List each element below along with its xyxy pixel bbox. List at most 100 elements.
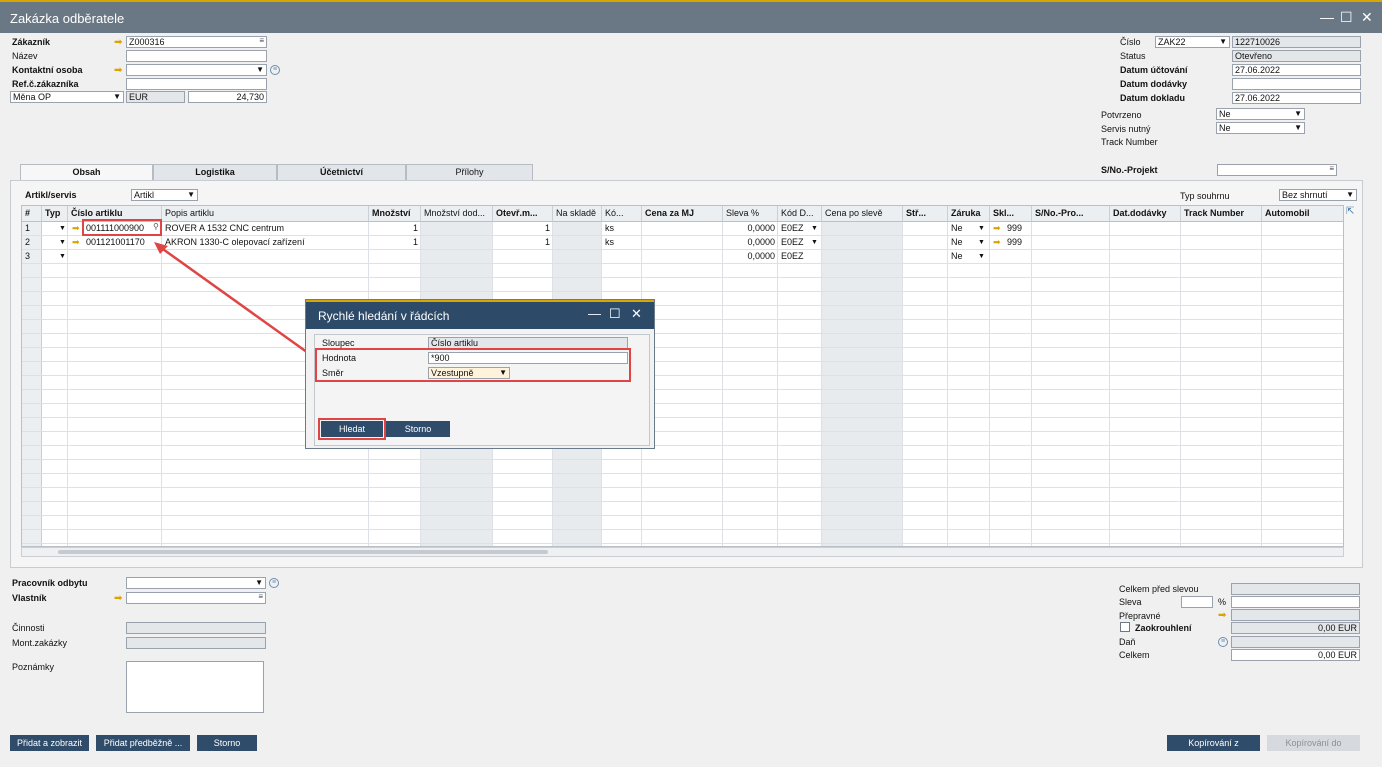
table-row[interactable] [22, 516, 1343, 530]
maximize-icon[interactable]: ☐ [609, 306, 621, 322]
delivery-date-field[interactable] [1232, 78, 1361, 90]
col-header-uom[interactable]: Kó... [602, 206, 642, 222]
copy-to-button[interactable]: Kopírování do [1267, 735, 1360, 751]
chevron-down-icon[interactable]: ▼ [808, 236, 820, 250]
col-header-no[interactable]: # [22, 206, 42, 222]
col-header-description[interactable]: Popis artiklu [162, 206, 369, 222]
table-row[interactable] [22, 404, 1343, 418]
search-icon[interactable]: ⚲ [153, 222, 159, 231]
table-row[interactable] [22, 390, 1343, 404]
currency-select[interactable]: Měna OP ▼ [10, 91, 124, 103]
table-row[interactable] [22, 292, 1343, 306]
uom-cell[interactable]: ks [602, 222, 642, 236]
notes-textarea[interactable] [126, 661, 264, 713]
chevron-down-icon[interactable]: ▼ [808, 222, 820, 236]
table-row[interactable]: 1 ▼ ➡ 001111000900 ROVER A 1532 CNC cent… [22, 222, 1343, 236]
table-row[interactable] [22, 362, 1343, 376]
confirmed-select[interactable]: Ne ▼ [1216, 108, 1305, 120]
uom-cell[interactable]: ks [602, 236, 642, 250]
dialog-cancel-button[interactable]: Storno [386, 421, 450, 437]
discount-amount-field[interactable] [1231, 596, 1360, 608]
col-header-type[interactable]: Typ [42, 206, 68, 222]
discount-cell[interactable]: 0,0000 [723, 236, 778, 250]
description-cell[interactable]: ROVER A 1532 CNC centrum [162, 222, 369, 236]
horizontal-scrollbar[interactable] [21, 547, 1344, 557]
table-row[interactable] [22, 432, 1343, 446]
warehouse-cell[interactable]: 999 [1004, 236, 1032, 250]
link-arrow-icon[interactable]: ➡ [69, 222, 83, 236]
series-select[interactable]: ZAK22 ▼ [1155, 36, 1230, 48]
table-row[interactable] [22, 278, 1343, 292]
col-header-center[interactable]: Stř... [903, 206, 948, 222]
col-header-tax-code[interactable]: Kód D... [778, 206, 822, 222]
table-row[interactable] [22, 446, 1343, 460]
table-row[interactable] [22, 418, 1343, 432]
col-header-quantity[interactable]: Množství [369, 206, 421, 222]
table-row[interactable] [22, 502, 1343, 516]
maximize-icon[interactable]: ☐ [1340, 9, 1353, 26]
table-row[interactable] [22, 460, 1343, 474]
minimize-icon[interactable]: — [588, 306, 601, 321]
project-field[interactable]: ≡ [1217, 164, 1337, 176]
link-arrow-icon[interactable]: ➡ [114, 594, 125, 604]
discount-percent-field[interactable] [1181, 596, 1213, 608]
owner-field[interactable]: ≡ [126, 592, 266, 604]
col-header-in-stock[interactable]: Na skladě [553, 206, 602, 222]
link-arrow-icon[interactable]: ➡ [990, 222, 1004, 236]
col-header-warranty[interactable]: Záruka [948, 206, 990, 222]
tab-logistika[interactable]: Logistika [153, 164, 277, 180]
contact-field[interactable]: ▼ [126, 64, 267, 76]
discount-cell[interactable]: 0,0000 [723, 222, 778, 236]
item-type-select[interactable]: Artikl ▼ [131, 189, 198, 201]
link-arrow-icon[interactable]: ➡ [1218, 611, 1229, 621]
table-row[interactable] [22, 348, 1343, 362]
link-arrow-icon[interactable]: ➡ [69, 236, 83, 250]
col-header-price-after-discount[interactable]: Cena po slevě [822, 206, 903, 222]
cancel-button[interactable]: Storno [197, 735, 257, 751]
table-row[interactable] [22, 530, 1343, 544]
chevron-down-icon[interactable]: ▼ [975, 222, 987, 236]
table-row[interactable]: 3 ▼ 0,0000 E0EZ Ne ▼ [22, 250, 1343, 264]
chevron-down-icon[interactable]: ▼ [56, 222, 66, 236]
table-row[interactable] [22, 376, 1343, 390]
link-arrow-icon[interactable]: ➡ [990, 236, 1004, 250]
expand-icon[interactable]: ⇱ [1346, 206, 1354, 217]
copy-from-button[interactable]: Kopírování z [1167, 735, 1260, 751]
summary-type-select[interactable]: Bez shrnutí ▼ [1279, 189, 1357, 201]
col-header-warehouse[interactable]: Skl... [990, 206, 1032, 222]
rounding-checkbox[interactable] [1120, 622, 1130, 632]
chevron-down-icon[interactable]: ▼ [56, 250, 66, 264]
tab-obsah[interactable]: Obsah [20, 164, 153, 181]
chevron-down-icon[interactable]: ▼ [56, 236, 66, 250]
add-draft-button[interactable]: Přidat předběžně ... [96, 735, 190, 751]
details-icon[interactable]: ≡ [1218, 637, 1228, 647]
chevron-down-icon[interactable]: ▼ [975, 236, 987, 250]
tab-ucetnictvi[interactable]: Účetnictví [277, 164, 406, 180]
close-icon[interactable]: ✕ [631, 306, 642, 322]
quantity-cell[interactable]: 1 [369, 236, 421, 250]
col-header-discount[interactable]: Sleva % [723, 206, 778, 222]
name-field[interactable] [126, 50, 267, 62]
col-header-unit-price[interactable]: Cena za MJ [642, 206, 723, 222]
customer-field[interactable]: Z000316 ≡ [126, 36, 267, 48]
quantity-cell[interactable]: 1 [369, 222, 421, 236]
col-header-delivered-qty[interactable]: Množství dod... [421, 206, 493, 222]
chevron-down-icon[interactable]: ▼ [975, 250, 987, 264]
table-row[interactable] [22, 320, 1343, 334]
warehouse-cell[interactable]: 999 [1004, 222, 1032, 236]
table-row[interactable] [22, 474, 1343, 488]
tab-prilohy[interactable]: Přílohy [406, 164, 533, 180]
minimize-icon[interactable]: — [1320, 9, 1334, 25]
ref-field[interactable] [126, 78, 267, 90]
discount-cell[interactable]: 0,0000 [723, 250, 778, 264]
table-row[interactable] [22, 488, 1343, 502]
service-select[interactable]: Ne ▼ [1216, 122, 1305, 134]
item-number-cell[interactable]: 001121001170 [83, 236, 162, 250]
link-arrow-icon[interactable]: ➡ [114, 38, 125, 48]
table-row[interactable] [22, 306, 1343, 320]
col-header-project[interactable]: S/No.-Pro... [1032, 206, 1110, 222]
table-row[interactable]: 2 ▼ ➡ 001121001170 AKRON 1330-C olepovac… [22, 236, 1343, 250]
col-header-automobile[interactable]: Automobil [1262, 206, 1343, 222]
details-icon[interactable]: ≡ [270, 65, 280, 75]
tax-code-cell[interactable]: E0EZ [778, 250, 822, 264]
